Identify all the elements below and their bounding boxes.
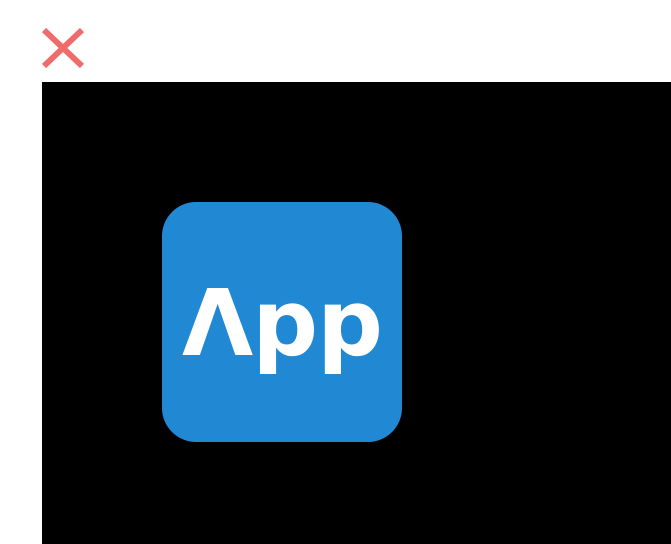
close-button[interactable] bbox=[40, 26, 86, 70]
close-icon bbox=[41, 27, 85, 69]
app-logo-text: Λpp bbox=[182, 270, 383, 377]
app-icon: Λpp bbox=[162, 202, 402, 442]
preview-canvas: Λpp bbox=[42, 82, 671, 544]
